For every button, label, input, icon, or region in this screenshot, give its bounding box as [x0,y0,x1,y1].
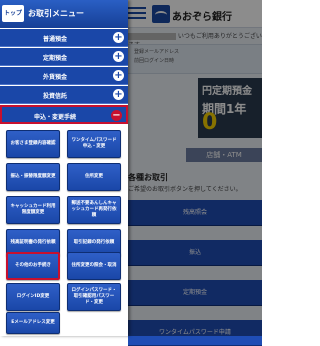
category-label: 定期預金 [42,55,67,62]
category-label: 投資信託 [42,93,67,100]
top-button[interactable]: トップ [2,5,24,22]
category-time-deposit[interactable]: 定期預金 + [0,48,128,66]
category-label: 普通預金 [42,36,67,43]
plus-icon: + [113,89,124,100]
login-id-change-button[interactable]: ログインID変更 [6,283,60,311]
onetime-password-apply-button[interactable]: ワンタイムパスワード申込・変更 [67,130,121,158]
category-label: 申込・変更手続 [33,114,76,121]
card-limit-button[interactable]: キャッシュカード利用限度額変更 [6,196,60,224]
customer-info-button[interactable]: お客さま登録内容確認 [6,130,60,158]
transaction-menu-panel: トップ お取引メニュー 普通預金 + 定期預金 + 外貨預金 + 投資信託 + … [0,0,128,336]
other-procedures-button[interactable]: その他のお手続き [6,252,60,280]
card-reissue-button[interactable]: 郵送不要あんしんキャッシュカード再発行依頼 [67,196,121,224]
password-change-button[interactable]: ログインパスワード・取引確認用パスワード・変更 [67,283,121,311]
address-change-inquiry-button[interactable]: 住所変更の照会・取消 [67,252,121,280]
category-savings[interactable]: 普通預金 + [0,29,128,47]
category-applications[interactable]: 申込・変更手続 − [0,105,128,124]
plus-icon: + [113,32,124,43]
category-investment-trust[interactable]: 投資信託 + [0,86,128,104]
menu-header: トップ お取引メニュー [0,0,128,28]
transfer-limit-button[interactable]: 振込・振替限度額変更 [6,163,60,191]
email-change-button[interactable]: Eメールアドレス変更 [6,312,60,334]
plus-icon: + [113,70,124,81]
menu-title: お取引メニュー [28,9,84,18]
category-label: 外貨預金 [42,74,67,81]
address-change-button[interactable]: 住所変更 [67,163,121,191]
minus-icon: − [111,110,122,121]
plus-icon: + [113,51,124,62]
category-foreign-deposit[interactable]: 外貨預金 + [0,67,128,85]
